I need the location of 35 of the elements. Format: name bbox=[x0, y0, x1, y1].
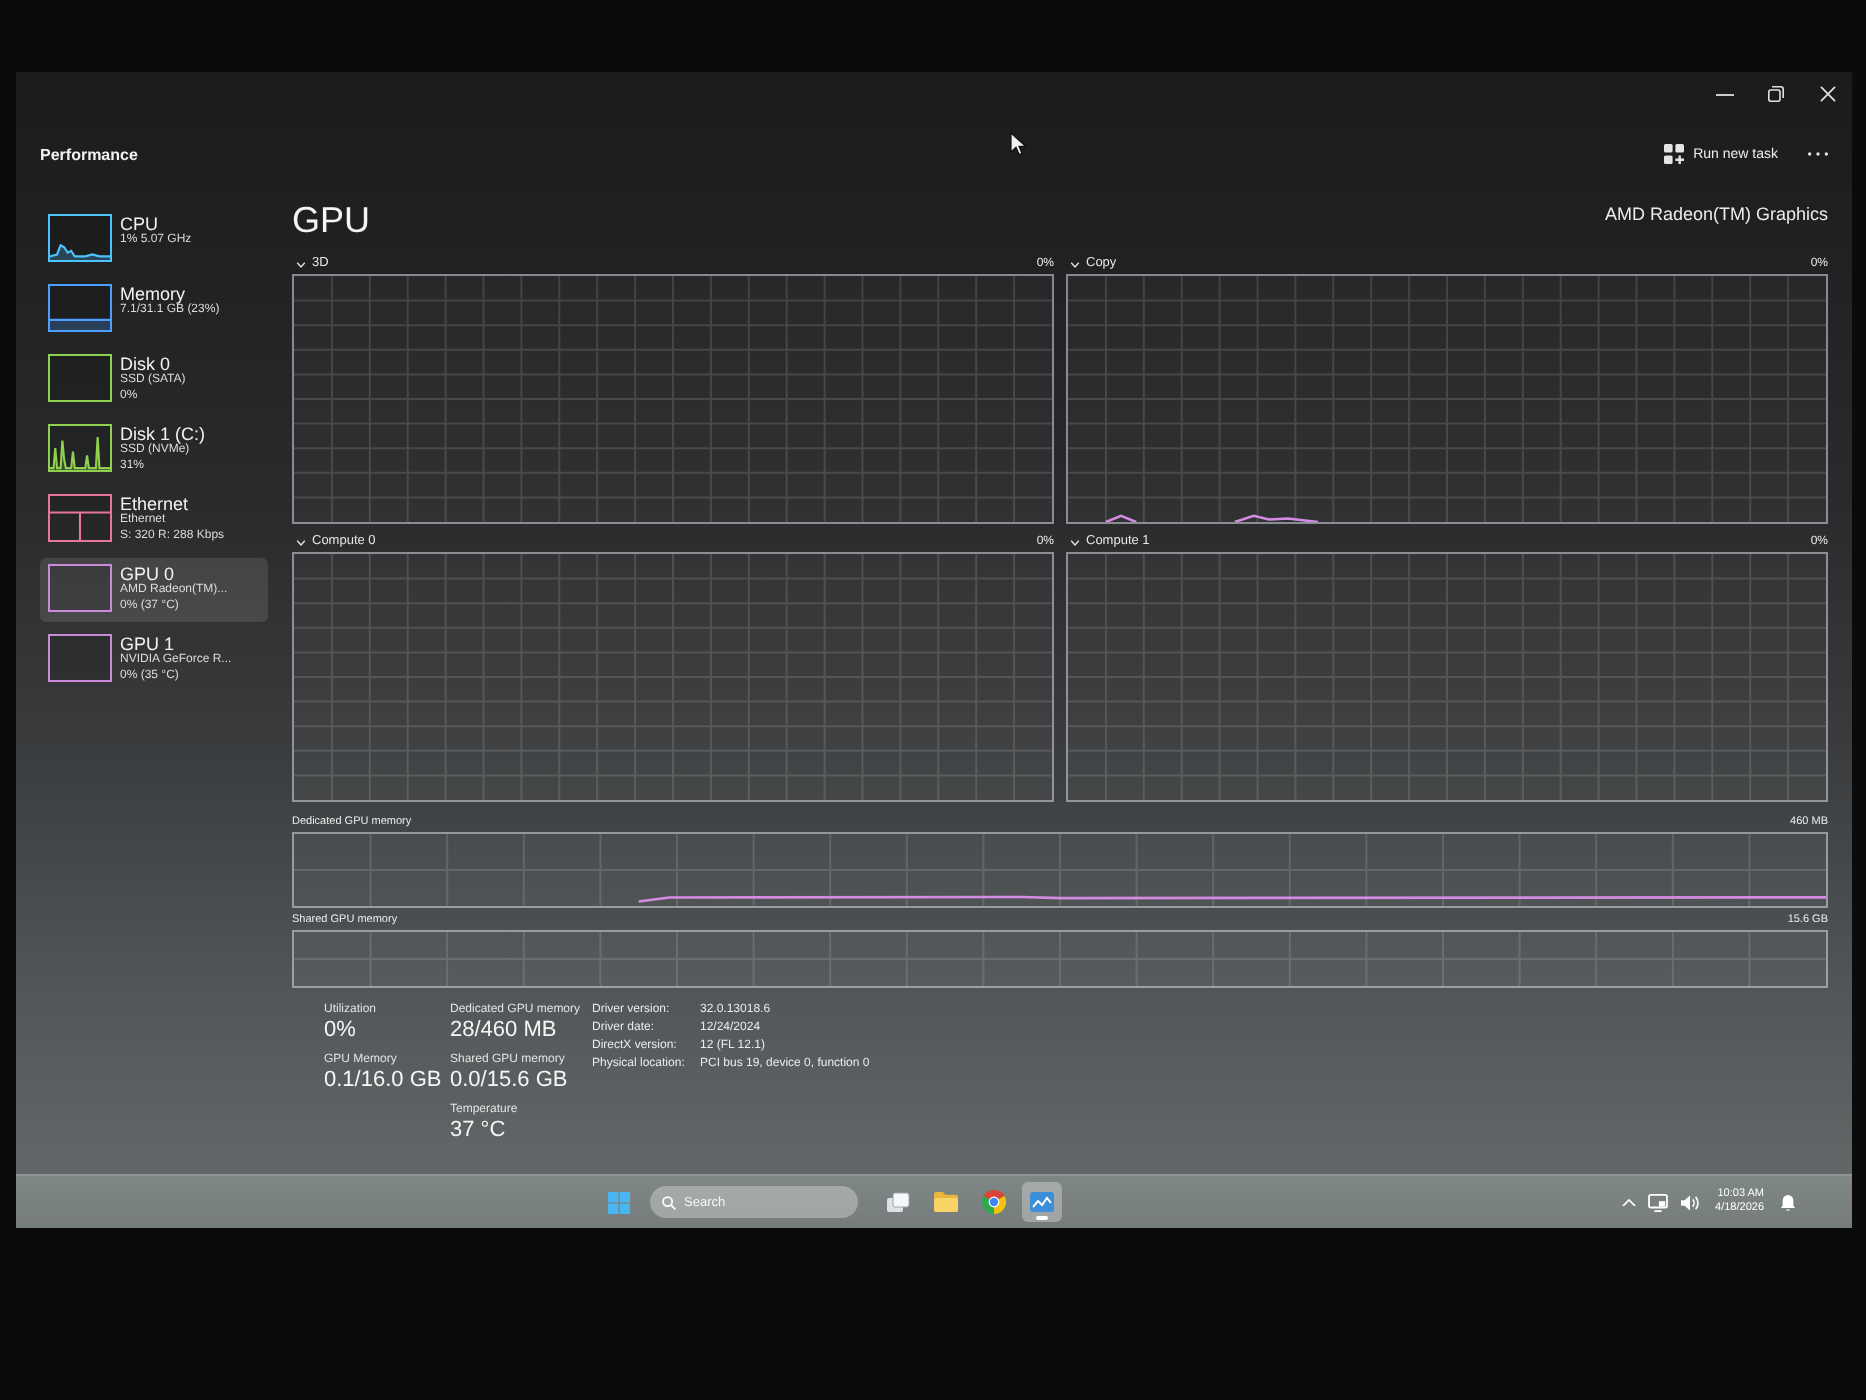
stacked-windows-icon bbox=[886, 1191, 910, 1213]
folder-icon bbox=[934, 1192, 958, 1212]
search-icon bbox=[662, 1195, 676, 1209]
chevron-down-icon bbox=[1070, 539, 1080, 545]
chevron-down-icon bbox=[296, 539, 306, 545]
restore-icon bbox=[1768, 86, 1784, 102]
resource-name: GPU 1 bbox=[120, 634, 175, 654]
stat-value: 37 °C bbox=[450, 1118, 508, 1144]
chevron-down-icon bbox=[1070, 261, 1080, 267]
stat-value: 28/460 MB bbox=[450, 1018, 559, 1044]
minimize-icon bbox=[1715, 93, 1733, 95]
browser-icon bbox=[982, 1190, 1006, 1214]
stat-value: 0.1/16.0 GB bbox=[324, 1068, 444, 1094]
close-icon bbox=[1820, 86, 1836, 102]
resource-name: Ethernet bbox=[120, 494, 191, 514]
resource-name: Disk 0 bbox=[120, 354, 171, 374]
speaker-icon[interactable] bbox=[1679, 1193, 1700, 1211]
mouse-pointer-icon bbox=[1010, 132, 1026, 156]
taskbar-button[interactable] bbox=[1022, 1182, 1062, 1222]
monitor-icon[interactable] bbox=[1647, 1193, 1668, 1211]
resource-name: GPU 0 bbox=[120, 564, 175, 584]
stat-value: 0.0/15.6 GB bbox=[450, 1068, 570, 1094]
more-button[interactable] bbox=[1804, 146, 1832, 162]
chart-icon bbox=[1030, 1192, 1054, 1212]
bell-icon[interactable] bbox=[1780, 1193, 1796, 1211]
device-name: AMD Radeon(TM) Graphics bbox=[1604, 204, 1828, 224]
chevron-down-icon bbox=[296, 261, 306, 267]
grid-plus-icon bbox=[1663, 144, 1684, 164]
stat-value: 0% bbox=[324, 1018, 358, 1044]
section-title: Performance bbox=[40, 145, 138, 163]
chevron-up-icon[interactable] bbox=[1621, 1197, 1636, 1207]
resource-name: Memory bbox=[120, 284, 188, 304]
page-title: GPU bbox=[292, 200, 371, 240]
resource-name: CPU bbox=[120, 214, 159, 234]
resource-name: Disk 1 (C:) bbox=[120, 424, 205, 444]
